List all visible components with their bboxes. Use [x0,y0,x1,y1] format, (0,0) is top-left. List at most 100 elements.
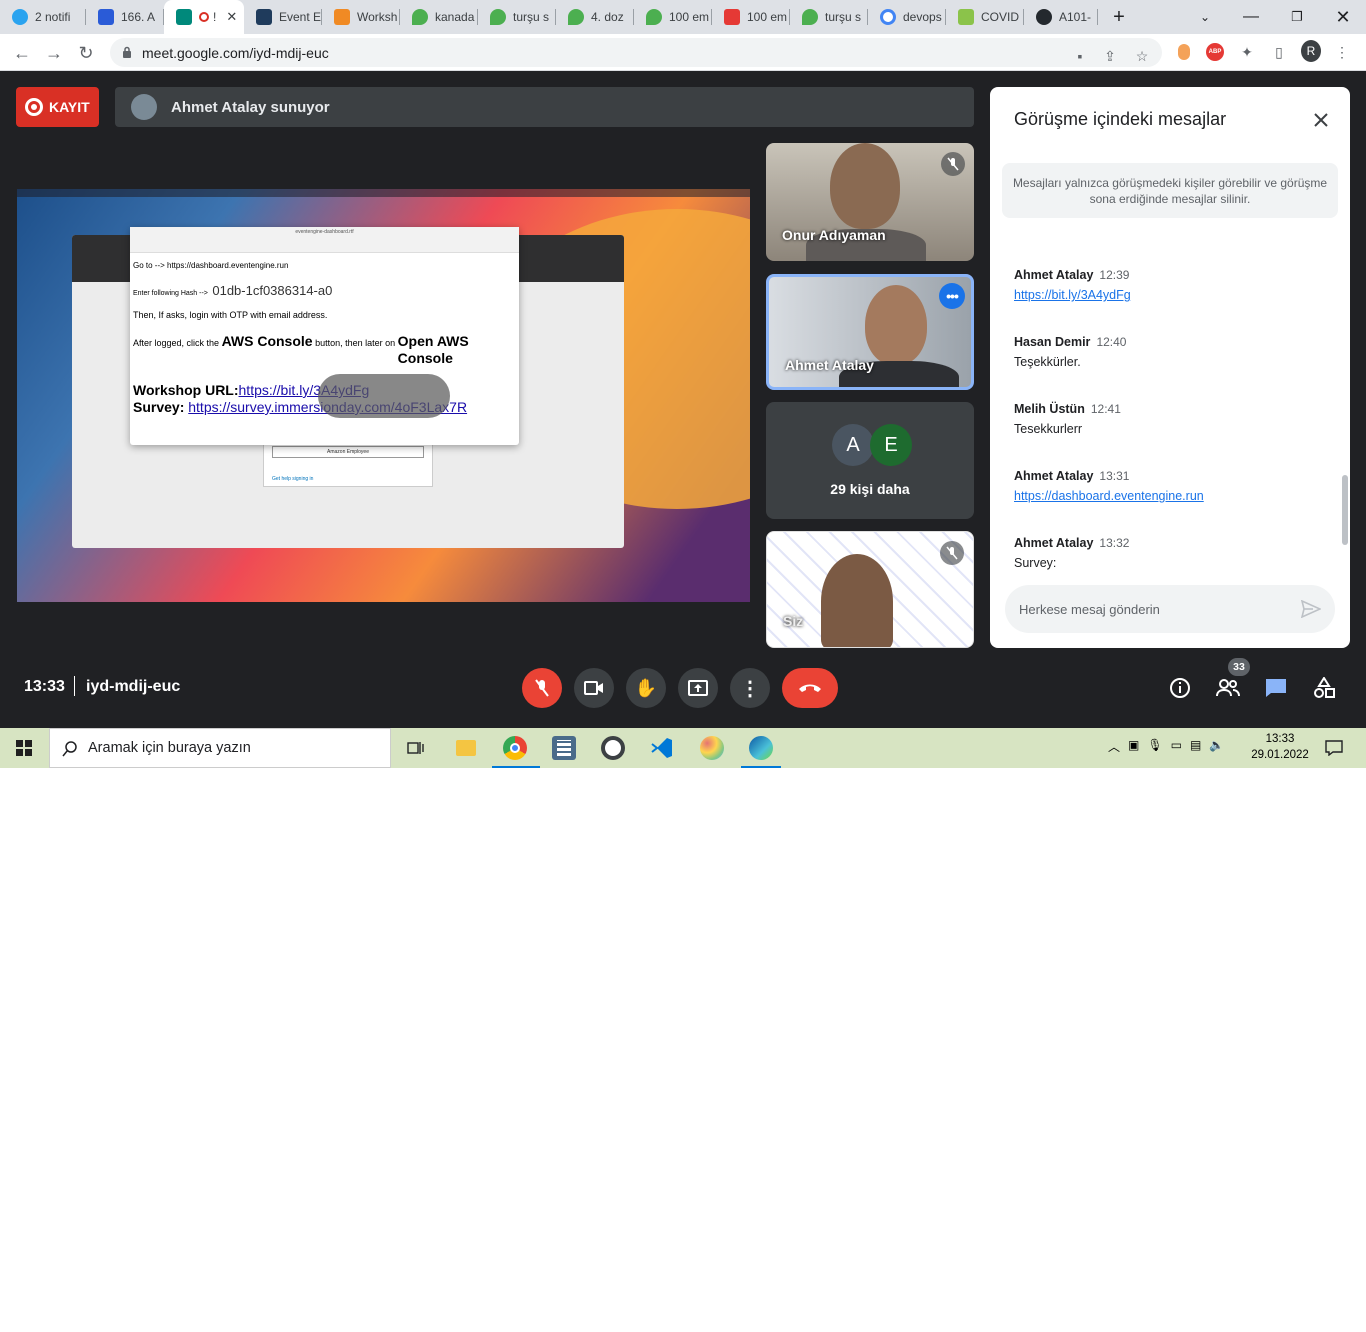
taskbar-search-box[interactable]: Aramak için buraya yazın [49,728,391,768]
browser-menu-icon[interactable]: ⋮ [1332,42,1352,62]
chat-link[interactable]: https://dashboard.eventengine.run [1014,489,1334,503]
tab-telegram[interactable]: 2 notifi [0,0,86,34]
battery-icon[interactable]: ▭ [1171,738,1182,755]
raise-hand-button[interactable]: ✋ [626,668,666,708]
present-screen-button[interactable] [678,668,718,708]
drop-icon [646,9,662,25]
camera-toggle-button[interactable] [574,668,614,708]
notifications-icon[interactable] [1322,736,1346,760]
tab-search-chevron-icon[interactable]: ⌄ [1182,0,1228,34]
tab-100-em-1[interactable]: 100 em [634,0,712,34]
forward-icon[interactable]: → [42,41,66,65]
activities-icon [1314,677,1335,698]
tab-100-em-2[interactable]: 100 em [712,0,790,34]
people-icon [1216,679,1240,697]
mic-toggle-button[interactable] [522,668,562,708]
reload-icon[interactable]: ↻ [74,41,98,65]
presenter-controls-overlay [318,374,450,418]
tab-workshop[interactable]: Worksh [322,0,400,34]
tab-close-icon[interactable]: ✕ [226,9,237,25]
back-icon[interactable]: ← [10,41,34,65]
participant-tile-more[interactable]: A E 29 kişi daha [766,402,974,519]
people-button[interactable]: 33 [1214,658,1250,702]
bookmark-star-icon[interactable]: ☆ [1132,46,1152,66]
meet-stage: KAYIT Ahmet Atalay sunuyor Amazon Employ… [0,71,1366,728]
mac-menubar [17,189,750,197]
chat-button[interactable] [1262,674,1290,702]
close-chat-icon[interactable] [1310,109,1332,131]
active-app-indicator [492,766,540,768]
window-close-icon[interactable]: ✕ [1320,0,1366,34]
tab-google-meet[interactable]: ! ✕ [164,0,244,34]
active-app-indicator [741,766,781,768]
info-icon [1170,678,1190,698]
presenter-bar: Ahmet Atalay sunuyor [115,87,974,127]
hand-icon: ✋ [634,677,658,698]
vscode-icon[interactable] [650,736,674,760]
participant-tile-self[interactable]: Siz [766,531,974,648]
side-panel-icon[interactable]: ▯ [1269,42,1289,62]
chat-message-input[interactable] [1019,597,1289,621]
people-count-badge: 33 [1228,658,1250,676]
tab-tursu-2[interactable]: turşu s [790,0,868,34]
tab-kanada[interactable]: kanada [400,0,478,34]
chat-link[interactable]: https://bit.ly/3A4ydFg [1014,288,1334,302]
share-icon[interactable]: ⇪ [1100,46,1120,66]
browser-tab-strip: 2 notifi 166. A ! ✕ Event E Worksh kanada… [0,0,1366,34]
chat-input-box [1005,585,1335,633]
recording-badge[interactable]: KAYIT [16,87,99,127]
participant-tile-ahmet[interactable]: ••• Ahmet Atalay [766,274,974,390]
minimize-icon[interactable]: — [1228,0,1274,34]
microphone-icon[interactable]: 🎙 [1147,738,1162,755]
tab-166[interactable]: 166. A [86,0,164,34]
adblock-icon[interactable]: ABP [1205,42,1225,62]
more-options-icon[interactable]: ••• [939,283,965,309]
chrome-icon[interactable] [503,736,527,760]
extensions-puzzle-icon[interactable]: ✦ [1237,42,1257,62]
new-tab-icon[interactable]: + [1096,0,1142,34]
restore-icon[interactable]: ❐ [1274,0,1320,34]
omnibox[interactable]: meet.google.com/iyd-mdij-euc ▪ ⇪ ☆ [110,38,1162,67]
lock-icon [123,46,131,58]
shared-screen: Amazon Employee Get help signing in even… [17,189,750,602]
profile-avatar[interactable]: R [1301,40,1321,62]
tab-github[interactable]: A101- [1024,0,1098,34]
meeting-info-button[interactable] [1166,674,1194,702]
more-options-button[interactable]: ⋮ [730,668,770,708]
camera-blocked-icon[interactable]: ▪ [1070,46,1090,66]
tray-chevron-icon[interactable]: ︿ [1108,738,1120,755]
editor-line-goto: Go to --> https://dashboard.eventengine.… [133,261,289,270]
list-icon [98,9,114,25]
windows-start-icon[interactable] [12,736,36,760]
chat-message: Ahmet Atalay 13:32 Survey: [1014,536,1130,570]
tab-tursu-1[interactable]: turşu s [478,0,556,34]
network-icon[interactable]: ▤ [1190,738,1201,755]
leave-call-button[interactable] [782,668,838,708]
task-view-icon[interactable] [404,736,428,760]
tab-4-doz[interactable]: 4. doz [556,0,634,34]
calculator-icon[interactable] [552,736,576,760]
volume-icon[interactable]: 🔈 [1209,738,1224,755]
present-icon [688,680,708,696]
chat-scrollbar[interactable] [1342,475,1348,545]
paint-icon[interactable] [700,736,724,760]
tab-devops[interactable]: devops [868,0,946,34]
system-tray: ︿ ▣ 🎙 ▭ ▤ 🔈 [1108,738,1224,755]
participant-tile-onur[interactable]: Onur Adıyaman [766,143,974,261]
more-participants-label: 29 kişi daha [830,481,910,497]
activities-button[interactable] [1310,674,1338,702]
url-text: meet.google.com/iyd-mdij-euc [142,45,329,61]
tab-event-engine[interactable]: Event E [244,0,322,34]
file-explorer-icon[interactable] [454,736,478,760]
meet-indicator-icon[interactable]: ▣ [1128,738,1139,755]
end-call-icon [799,684,821,692]
more-vert-icon: ⋮ [740,677,760,700]
send-icon[interactable] [1299,597,1323,621]
participant-video [865,285,927,365]
edge-icon[interactable] [749,736,773,760]
event-engine-icon [256,9,272,25]
tab-covid[interactable]: COVID [946,0,1024,34]
taskbar-clock[interactable]: 13:33 29.01.2022 [1248,731,1312,763]
extension-orange-icon[interactable] [1174,42,1194,62]
clock-app-icon[interactable] [601,736,625,760]
